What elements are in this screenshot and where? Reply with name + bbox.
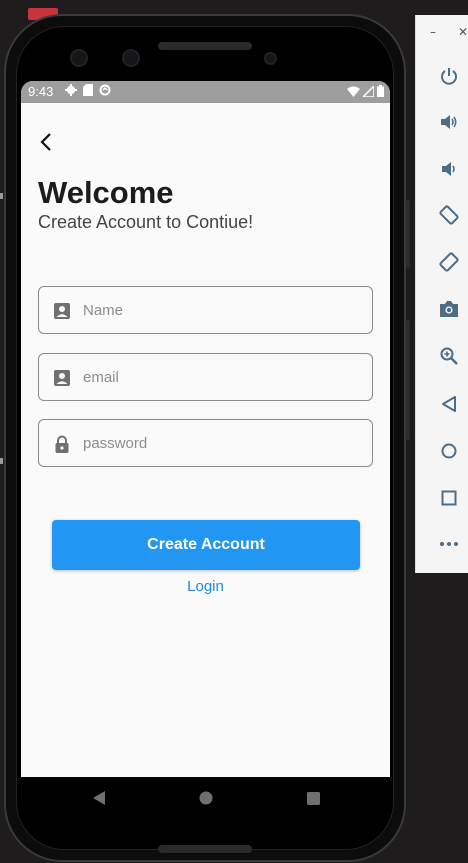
- back-button-emu[interactable]: [436, 391, 462, 417]
- nav-home-button[interactable]: [195, 787, 217, 809]
- status-right-icons: [347, 85, 384, 97]
- lock-icon: [55, 435, 69, 453]
- overview-icon: [441, 490, 457, 506]
- zoom-icon: [440, 347, 458, 365]
- password-field[interactable]: [38, 419, 373, 467]
- data-saver-icon: [99, 84, 111, 96]
- earpiece-speaker: [158, 42, 252, 50]
- navigation-bar: [21, 777, 390, 819]
- proximity-sensor: [264, 52, 277, 65]
- minimize-icon[interactable]: –: [430, 25, 436, 39]
- back-triangle-icon: [93, 791, 105, 805]
- app-screen: 9:43 Welcome Create Account to Contiue! …: [21, 81, 390, 818]
- status-time: 9:43: [28, 84, 54, 99]
- edge-mark: [0, 458, 3, 464]
- overview-button-emu[interactable]: [436, 485, 462, 511]
- settings-gear-icon: [65, 84, 77, 96]
- status-left-icons: [65, 84, 111, 96]
- edge-mark: [0, 193, 3, 199]
- bottom-speaker: [158, 845, 252, 853]
- contact-card-icon: [54, 303, 70, 319]
- more-icon: [440, 542, 458, 546]
- name-field[interactable]: [38, 286, 373, 334]
- front-camera: [70, 49, 88, 67]
- create-account-button[interactable]: Create Account: [52, 520, 360, 570]
- rotate-right-icon: [439, 252, 459, 272]
- nav-back-button[interactable]: [88, 787, 110, 809]
- email-field[interactable]: [38, 353, 373, 401]
- home-button-emu[interactable]: [436, 438, 462, 464]
- back-icon: [442, 396, 456, 412]
- emulator-toolbar: – ✕: [415, 15, 468, 573]
- volume-up-icon: [441, 115, 457, 129]
- password-input[interactable]: [83, 420, 363, 466]
- rotate-left-button[interactable]: [436, 202, 462, 228]
- recents-square-icon: [306, 791, 320, 805]
- volume-side-button[interactable]: [406, 320, 410, 440]
- name-input[interactable]: [83, 287, 363, 333]
- volume-down-button[interactable]: [436, 156, 462, 182]
- camera-icon: [440, 301, 458, 317]
- volume-up-button[interactable]: [436, 109, 462, 135]
- power-button[interactable]: [436, 63, 462, 89]
- close-icon[interactable]: ✕: [458, 25, 468, 39]
- back-button[interactable]: [29, 125, 63, 159]
- contact-card-icon: [54, 370, 70, 386]
- login-link[interactable]: Login: [21, 578, 390, 595]
- volume-down-icon: [442, 162, 455, 176]
- front-sensor: [122, 49, 140, 67]
- battery-icon: [377, 85, 384, 97]
- power-icon: [441, 68, 457, 85]
- rotate-right-button[interactable]: [436, 249, 462, 275]
- zoom-button[interactable]: [436, 343, 462, 369]
- more-button-emu[interactable]: [436, 531, 462, 557]
- nav-recents-button[interactable]: [302, 787, 324, 809]
- status-bar: 9:43: [21, 81, 390, 103]
- signal-icon: [363, 85, 374, 97]
- emulator-window-controls: – ✕: [416, 25, 468, 43]
- home-circle-icon: [199, 791, 213, 805]
- screenshot-button[interactable]: [436, 296, 462, 322]
- email-input[interactable]: [83, 354, 363, 400]
- page-subtitle: Create Account to Contiue!: [38, 212, 254, 232]
- wifi-icon: [347, 86, 360, 97]
- page-title: Welcome: [38, 175, 174, 210]
- rotate-left-icon: [439, 205, 459, 225]
- power-side-button[interactable]: [406, 200, 410, 268]
- home-icon: [441, 443, 457, 459]
- sd-card-icon: [83, 84, 93, 96]
- arrow-back-icon: [40, 133, 51, 151]
